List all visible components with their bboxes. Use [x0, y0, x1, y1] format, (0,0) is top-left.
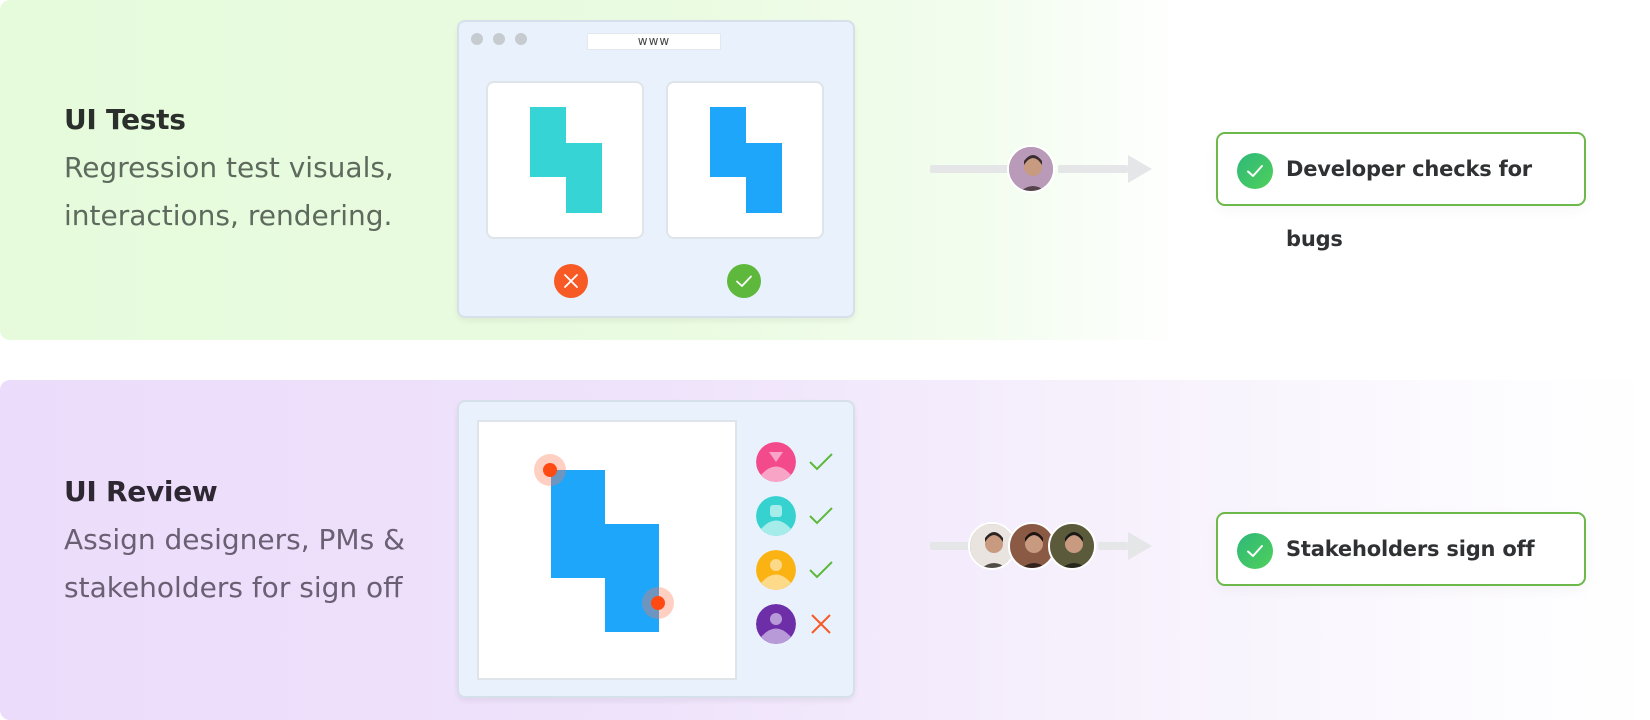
url-bar: www [587, 33, 721, 50]
rejected-x-icon [807, 610, 835, 638]
baseline-snapshot-panel [486, 81, 644, 239]
developer-result-card: Developer checks for bugs [1216, 132, 1586, 251]
review-window-mock [457, 400, 855, 698]
stakeholder-result-card: Stakeholders sign off [1216, 512, 1586, 586]
comment-pin[interactable] [642, 587, 674, 619]
ui-tests-text: UI Tests Regression test visuals, intera… [64, 102, 394, 240]
ui-tests-description-line-1: Regression test visuals, [64, 151, 394, 184]
ui-review-section: UI Review Assign designers, PMs & stakeh… [0, 380, 1650, 720]
arrow-line-right [1098, 542, 1128, 550]
snapshot-shape-baseline [530, 107, 602, 213]
ui-tests-description: Regression test visuals, interactions, r… [64, 144, 394, 240]
browser-window-mock: www [457, 20, 855, 318]
approved-check-icon [807, 448, 835, 476]
arrow-line-right [1058, 165, 1128, 173]
check-icon [727, 264, 761, 298]
snapshot-shape-new [710, 107, 782, 213]
reviewer-pink-avatar [756, 442, 796, 482]
review-shape [551, 470, 659, 632]
ui-review-description: Assign designers, PMs & stakeholders for… [64, 516, 405, 612]
ui-review-title: UI Review [64, 475, 218, 508]
check-circle-icon [1237, 153, 1273, 189]
ui-review-text: UI Review Assign designers, PMs & stakeh… [64, 474, 405, 612]
pass-status-badge [727, 264, 761, 298]
ui-review-description-line-2: stakeholders for sign off [64, 571, 403, 604]
stakeholder-result-label: Stakeholders sign off [1286, 537, 1535, 561]
fail-status-badge [554, 264, 588, 298]
developer-result-label: Developer checks for bugs [1286, 157, 1532, 251]
check-circle-icon [1237, 533, 1273, 569]
stakeholder-avatar-3 [1048, 522, 1096, 570]
arrow-line-left [930, 542, 970, 550]
ui-tests-section: UI Tests Regression test visuals, intera… [0, 0, 1650, 340]
review-canvas [477, 420, 737, 680]
ui-tests-title: UI Tests [64, 103, 186, 136]
reviewer-purple-avatar [756, 604, 796, 644]
ui-tests-description-line-2: interactions, rendering. [64, 199, 393, 232]
arrow-right-icon [1128, 532, 1152, 560]
stakeholder-flow-arrow [930, 515, 1160, 575]
reviewer-teal-avatar [756, 496, 796, 536]
comment-pin[interactable] [534, 454, 566, 486]
approved-check-icon [807, 556, 835, 584]
reviewer-yellow-avatar [756, 550, 796, 590]
ui-review-description-line-1: Assign designers, PMs & [64, 523, 405, 556]
developer-avatar [1007, 145, 1055, 193]
window-minimize-dot [493, 33, 505, 45]
window-close-dot [471, 33, 483, 45]
approved-check-icon [807, 502, 835, 530]
developer-flow-arrow [930, 138, 1160, 198]
new-snapshot-panel [666, 81, 824, 239]
close-icon [554, 264, 588, 298]
arrow-line-left [930, 165, 1010, 173]
arrow-right-icon [1128, 155, 1152, 183]
window-maximize-dot [515, 33, 527, 45]
